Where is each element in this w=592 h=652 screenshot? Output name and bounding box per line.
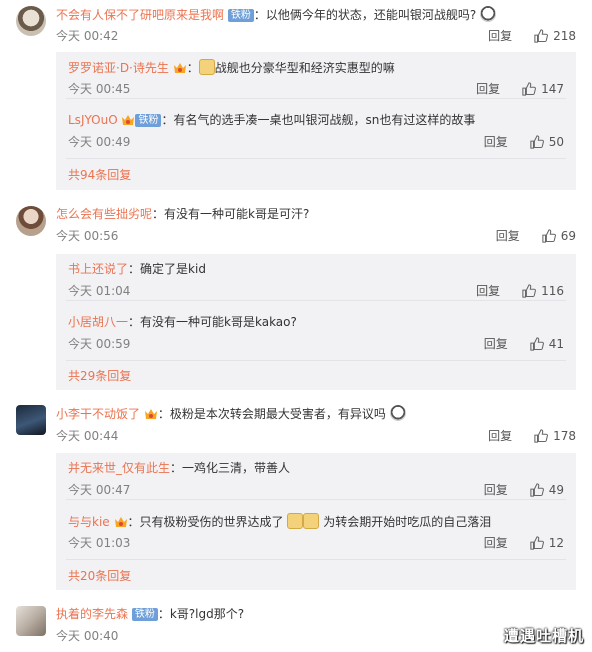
divider — [66, 158, 566, 159]
like-button[interactable]: 178 — [534, 428, 576, 444]
like-button[interactable]: 41 — [530, 336, 564, 352]
timestamp: 今天 01:03 — [68, 536, 131, 550]
username[interactable]: LsJYOuO — [68, 113, 118, 127]
username[interactable]: 怎么会有些拙劣呢 — [56, 207, 152, 221]
timestamp: 今天 01:04 — [68, 284, 131, 298]
replies-panel: 书上还说了：确定了是kid 今天 01:04 回复 116 小居胡八一：有没有一… — [56, 254, 576, 390]
fan-badge: 铁粉 — [227, 9, 254, 22]
like-count: 50 — [548, 135, 564, 149]
like-count: 116 — [541, 284, 564, 298]
like-count: 41 — [548, 337, 564, 351]
thumbs-up-icon — [530, 135, 544, 149]
username[interactable]: 罗罗诺亚·D·诗先生 — [68, 61, 169, 75]
reply-text: 一鸡化三清，带善人 — [182, 461, 291, 475]
doge-emoji-icon — [303, 513, 320, 529]
reply-text-continued: 为转会期开始时吃瓜的自己落泪 — [323, 515, 492, 529]
doge-emoji-icon — [287, 513, 304, 529]
face-emoji-icon — [480, 6, 497, 22]
reply-text: 确定了是kid — [140, 262, 206, 276]
vip-crown-icon — [122, 115, 135, 125]
vip-crown-icon — [114, 517, 127, 527]
reply-button[interactable]: 回复 — [496, 228, 520, 244]
like-button[interactable]: 50 — [530, 134, 564, 150]
like-button[interactable]: 218 — [534, 28, 576, 44]
avatar[interactable] — [16, 405, 46, 435]
view-more-replies-link[interactable]: 共94条回复 — [68, 167, 131, 183]
thumbs-up-icon — [530, 337, 544, 351]
like-button[interactable]: 116 — [522, 283, 564, 299]
timestamp: 今天 00:44 — [56, 429, 119, 443]
timestamp: 今天 00:56 — [56, 229, 119, 243]
reply-button[interactable]: 回复 — [484, 134, 508, 150]
doge-emoji-icon — [198, 59, 215, 75]
thumbs-up-icon — [530, 483, 544, 497]
username[interactable]: 与与kie — [68, 515, 110, 529]
thumbs-up-icon — [530, 536, 544, 550]
timestamp: 今天 00:59 — [68, 337, 131, 351]
timestamp: 今天 00:47 — [68, 483, 131, 497]
reply-button[interactable]: 回复 — [484, 482, 508, 498]
timestamp: 今天 00:42 — [56, 29, 119, 43]
watermark: 遭遇吐槽机 — [503, 627, 584, 645]
thumbs-up-icon — [534, 429, 549, 443]
reply-button[interactable]: 回复 — [484, 535, 508, 551]
divider — [66, 98, 566, 99]
face-emoji-icon — [389, 405, 406, 421]
reply-text: 战舰也分豪华型和经济实惠型的嘛 — [214, 61, 395, 75]
like-count: 12 — [548, 536, 564, 550]
like-count: 218 — [553, 29, 576, 43]
view-more-replies-link[interactable]: 共29条回复 — [68, 368, 131, 384]
reply-button[interactable]: 回复 — [488, 428, 512, 444]
reply-text: 只有极粉受伤的世界达成了 — [139, 515, 284, 529]
divider — [66, 559, 566, 560]
view-more-replies-link[interactable]: 共20条回复 — [68, 568, 131, 584]
timestamp: 今天 00:45 — [68, 82, 131, 96]
reply-button[interactable]: 回复 — [476, 81, 500, 97]
thumbs-up-icon — [542, 229, 556, 243]
timestamp: 今天 00:40 — [56, 629, 119, 643]
comment-text: 有没有一种可能k哥是可汗? — [164, 207, 310, 221]
username[interactable]: 书上还说了 — [68, 262, 128, 276]
comment-text: 极粉是本次转会期最大受害者，有异议吗 — [169, 407, 386, 421]
comment-text: k哥?lgd那个? — [169, 607, 245, 621]
like-button[interactable]: 69 — [542, 228, 576, 244]
thumbs-up-icon — [534, 29, 549, 43]
vip-crown-icon — [144, 409, 157, 419]
avatar[interactable] — [16, 6, 46, 36]
like-button[interactable]: 49 — [530, 482, 564, 498]
timestamp: 今天 00:49 — [68, 135, 131, 149]
reply-button[interactable]: 回复 — [476, 283, 500, 299]
reply-button[interactable]: 回复 — [488, 28, 512, 44]
thumbs-up-icon — [522, 82, 537, 96]
like-count: 178 — [553, 429, 576, 443]
replies-panel: 并无来世_仅有此生：一鸡化三清，带善人 今天 00:47 回复 49 与与kie… — [56, 453, 576, 590]
vip-crown-icon — [173, 63, 186, 73]
like-button[interactable]: 12 — [530, 535, 564, 551]
avatar[interactable] — [16, 206, 46, 236]
divider — [66, 300, 566, 301]
avatar[interactable] — [16, 606, 46, 636]
username[interactable]: 不会有人保不了研吧原来是我啊 — [56, 8, 224, 22]
like-count: 147 — [541, 82, 564, 96]
replies-panel: 罗罗诺亚·D·诗先生 ：战舰也分豪华型和经济实惠型的嘛 今天 00:45 回复 … — [56, 52, 576, 190]
like-count: 49 — [548, 483, 564, 497]
divider — [66, 499, 566, 500]
divider — [66, 360, 566, 361]
like-button[interactable]: 147 — [522, 81, 564, 97]
like-count: 69 — [560, 229, 576, 243]
comment-text: 以他俩今年的状态，还能叫银河战舰吗? — [265, 8, 477, 22]
username[interactable]: 小居胡八一 — [68, 315, 128, 329]
fan-badge: 铁粉 — [131, 608, 158, 621]
username[interactable]: 并无来世_仅有此生 — [68, 461, 170, 475]
username[interactable]: 小李干不动饭了 — [56, 407, 140, 421]
reply-button[interactable]: 回复 — [484, 336, 508, 352]
reply-text: 有名气的选手凑一桌也叫银河战舰，sn也有过这样的故事 — [173, 113, 476, 127]
thumbs-up-icon — [522, 284, 537, 298]
username[interactable]: 执着的李先森 — [56, 607, 128, 621]
fan-badge: 铁粉 — [135, 114, 162, 127]
reply-text: 有没有一种可能k哥是kakao? — [140, 315, 297, 329]
